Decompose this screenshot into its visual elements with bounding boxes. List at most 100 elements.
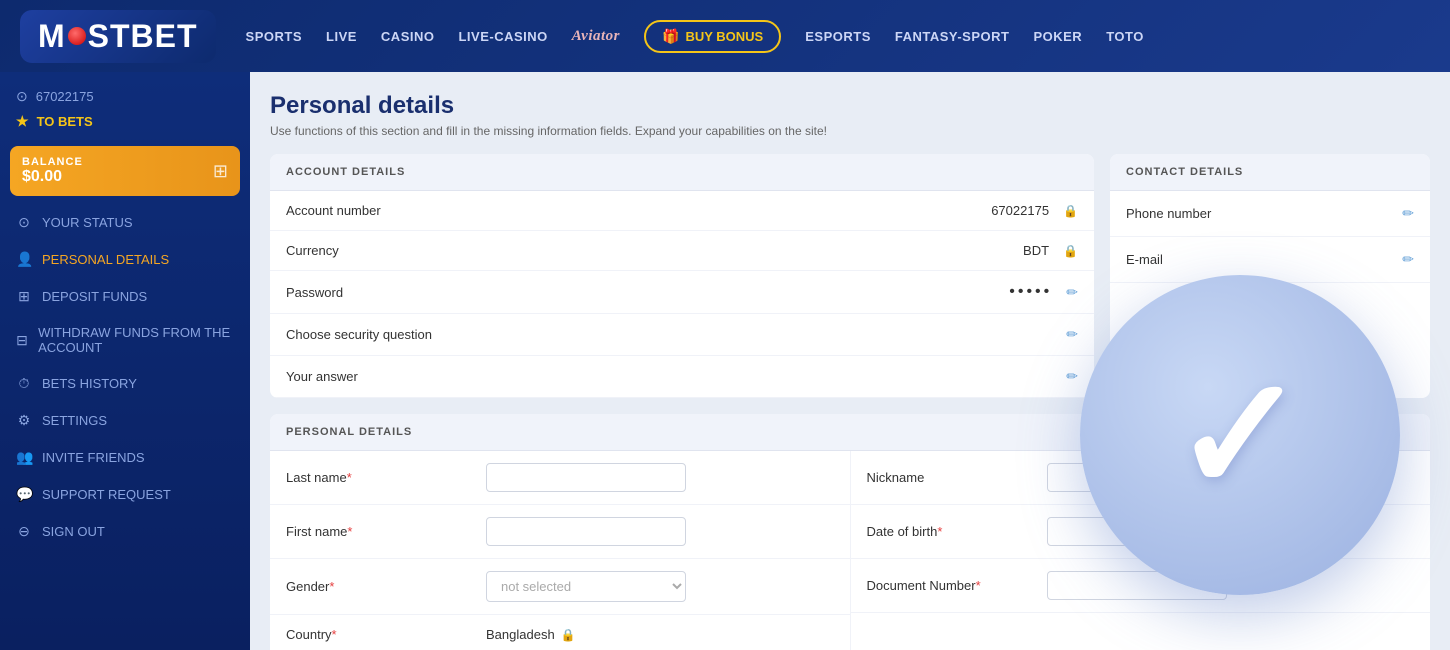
edit-password-icon[interactable]: ✏ xyxy=(1066,284,1078,301)
nickname-row: Nickname xyxy=(851,451,1431,505)
nav-sports[interactable]: SPORTS xyxy=(246,29,302,44)
gender-label: Gender* xyxy=(286,579,486,594)
edit-answer-icon[interactable]: ✏ xyxy=(1066,368,1078,385)
sidebar-item-support-request[interactable]: 💬 SUPPORT REQUEST xyxy=(0,476,250,513)
lock-icon-account: 🔒 xyxy=(1063,204,1078,218)
edit-phone-icon[interactable]: ✏ xyxy=(1402,205,1414,222)
balance-icon: ⊞ xyxy=(213,161,228,182)
sign-out-icon: ⊖ xyxy=(16,523,32,540)
currency-label: Currency xyxy=(286,243,1023,258)
personal-details-section: PERSONAL DETAILS Last name* First name* xyxy=(270,414,1430,650)
page-subtitle: Use functions of this section and fill i… xyxy=(270,124,1430,138)
document-row: Document Number* xyxy=(851,559,1431,613)
account-number-label: Account number xyxy=(286,203,991,218)
sidebar-item-your-status[interactable]: ⊙ YOUR STATUS xyxy=(0,204,250,241)
friends-icon: 👥 xyxy=(16,449,32,466)
security-question-row: Choose security question ✏ xyxy=(270,314,1094,356)
sidebar-item-settings[interactable]: ⚙ SETTINGS xyxy=(0,402,250,439)
dob-label: Date of birth* xyxy=(867,524,1047,539)
email-row: E-mail ✏ xyxy=(1110,237,1430,283)
star-icon: ★ xyxy=(16,113,29,130)
account-number-row: Account number 67022175 🔒 xyxy=(270,191,1094,231)
history-icon: ⏱ xyxy=(16,375,32,392)
dob-row: Date of birth* xyxy=(851,505,1431,559)
account-number-value-group: 67022175 🔒 xyxy=(991,203,1078,218)
lock-icon-country: 🔒 xyxy=(561,628,576,642)
main-layout: ⊙ 67022175 ★ TO BETS BALANCE $0.00 ⊞ ⊙ Y… xyxy=(0,72,1450,650)
logo[interactable]: MSTBET xyxy=(20,10,216,63)
phone-label: Phone number xyxy=(1126,206,1402,221)
first-name-label: First name* xyxy=(286,524,486,539)
first-name-input[interactable] xyxy=(486,517,686,546)
settings-icon: ⚙ xyxy=(16,412,32,429)
sidebar-item-sign-out[interactable]: ⊖ SIGN OUT xyxy=(0,513,250,550)
main-nav: SPORTS LIVE CASINO LIVE-CASINO Aviator 🎁… xyxy=(246,20,1430,53)
nav-live[interactable]: LIVE xyxy=(326,29,357,44)
contact-details-header: CONTACT DETAILS xyxy=(1110,154,1430,191)
nav-poker[interactable]: POKER xyxy=(1033,29,1082,44)
answer-edit: ✏ xyxy=(1066,368,1078,385)
personal-details-right: Nickname Date of birth* Document Number xyxy=(850,451,1431,650)
currency-row: Currency BDT 🔒 xyxy=(270,231,1094,271)
password-row: Password ••••• ✏ xyxy=(270,271,1094,314)
country-value-group: Bangladesh 🔒 xyxy=(486,627,576,642)
first-name-row: First name* xyxy=(270,505,850,559)
sidebar-item-invite-friends[interactable]: 👥 INVITE FRIENDS xyxy=(0,439,250,476)
phone-row: Phone number ✏ xyxy=(1110,191,1430,237)
security-question-label: Choose security question xyxy=(286,327,1066,342)
logo-text: MSTBET xyxy=(38,18,198,54)
sidebar-item-bets-history[interactable]: ⏱ BETS HISTORY xyxy=(0,365,250,402)
withdraw-icon: ⊟ xyxy=(16,332,28,349)
personal-details-left: Last name* First name* Gen xyxy=(270,451,850,650)
country-value: Bangladesh xyxy=(486,627,555,642)
user-circle-icon: ⊙ xyxy=(16,88,28,105)
nav-casino[interactable]: CASINO xyxy=(381,29,435,44)
document-input[interactable] xyxy=(1047,571,1227,600)
sidebar-item-deposit-funds[interactable]: ⊞ DEPOSIT FUNDS xyxy=(0,278,250,315)
nickname-input[interactable] xyxy=(1047,463,1227,492)
your-answer-label: Your answer xyxy=(286,369,1066,384)
nav-toto[interactable]: TOTO xyxy=(1106,29,1144,44)
sidebar-user-id: ⊙ 67022175 xyxy=(0,80,250,109)
edit-email-icon[interactable]: ✏ xyxy=(1402,251,1414,268)
nav-aviator[interactable]: Aviator xyxy=(572,28,620,45)
edit-security-question-icon[interactable]: ✏ xyxy=(1066,326,1078,343)
personal-details-header: PERSONAL DETAILS xyxy=(270,414,1430,451)
currency-value-group: BDT 🔒 xyxy=(1023,243,1078,258)
last-name-label: Last name* xyxy=(286,470,486,485)
gift-icon: 🎁 xyxy=(662,28,679,45)
gender-select[interactable]: not selected Male Female xyxy=(486,571,686,602)
balance-info: BALANCE $0.00 xyxy=(22,156,83,186)
your-answer-row: Your answer ✏ xyxy=(270,356,1094,398)
nav-esports[interactable]: ESPORTS xyxy=(805,29,871,44)
personal-details-content: Last name* First name* Gen xyxy=(270,451,1430,650)
country-label: Country* xyxy=(286,627,486,642)
header: MSTBET SPORTS LIVE CASINO LIVE-CASINO Av… xyxy=(0,0,1450,72)
password-dots: ••••• xyxy=(1009,283,1052,301)
nav-live-casino[interactable]: LIVE-CASINO xyxy=(458,29,547,44)
nickname-label: Nickname xyxy=(867,470,1047,485)
to-bets-link[interactable]: ★ TO BETS xyxy=(0,109,250,138)
support-icon: 💬 xyxy=(16,486,32,503)
top-cards-row: ACCOUNT DETAILS Account number 67022175 … xyxy=(270,154,1430,398)
account-details-card: ACCOUNT DETAILS Account number 67022175 … xyxy=(270,154,1094,398)
sidebar-item-withdraw-funds[interactable]: ⊟ WITHDRAW FUNDS FROM THE ACCOUNT xyxy=(0,315,250,365)
password-label: Password xyxy=(286,285,1009,300)
nav-fantasy-sport[interactable]: FANTASY-SPORT xyxy=(895,29,1010,44)
last-name-row: Last name* xyxy=(270,451,850,505)
sidebar-item-personal-details[interactable]: 👤 PERSONAL DETAILS xyxy=(0,241,250,278)
gender-row: Gender* not selected Male Female xyxy=(270,559,850,615)
person-icon: 👤 xyxy=(16,251,32,268)
account-details-header: ACCOUNT DETAILS xyxy=(270,154,1094,191)
country-row: Country* Bangladesh 🔒 xyxy=(270,615,850,650)
security-question-edit: ✏ xyxy=(1066,326,1078,343)
page-title: Personal details xyxy=(270,92,1430,120)
buy-bonus-button[interactable]: 🎁 BUY BONUS xyxy=(644,20,781,53)
deposit-icon: ⊞ xyxy=(16,288,32,305)
dob-input[interactable] xyxy=(1047,517,1227,546)
last-name-input[interactable] xyxy=(486,463,686,492)
content-area: Personal details Use functions of this s… xyxy=(250,72,1450,650)
lock-icon-currency: 🔒 xyxy=(1063,244,1078,258)
balance-card[interactable]: BALANCE $0.00 ⊞ xyxy=(10,146,240,196)
status-icon: ⊙ xyxy=(16,214,32,231)
